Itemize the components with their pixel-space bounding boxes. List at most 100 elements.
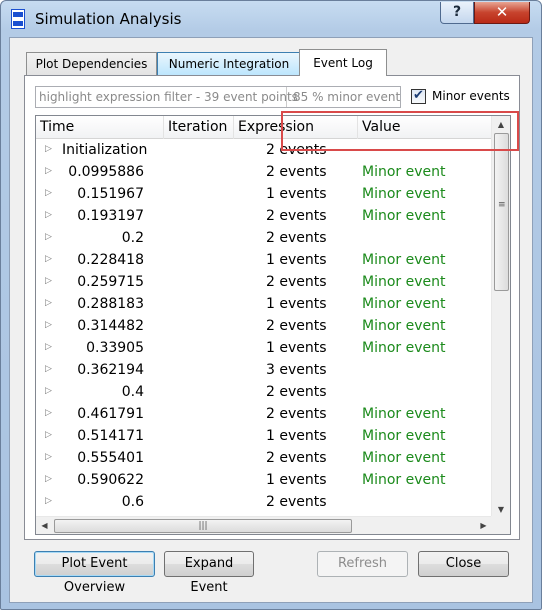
value-cell: Minor event (362, 296, 446, 312)
table-row[interactable]: ▷ 0.590622 1 events Minor event (36, 470, 492, 492)
time-cell: 0.151967 (77, 186, 144, 202)
table-row[interactable]: ▷ 0.4 2 events (36, 382, 492, 404)
refresh-button: Refresh (317, 551, 408, 577)
time-cell: 0.259715 (77, 274, 144, 290)
expression-cell: 1 events (266, 428, 327, 444)
value-cell: Minor event (362, 428, 446, 444)
expression-cell: 1 events (266, 186, 327, 202)
table-row[interactable]: ▷ 0.228418 1 events Minor event (36, 250, 492, 272)
table-row[interactable]: ▷ 0.555401 2 events Minor event (36, 448, 492, 470)
time-cell: 0.461791 (77, 406, 144, 422)
time-cell: 0.555401 (77, 450, 144, 466)
time-cell: 0.228418 (77, 252, 144, 268)
table-rows: ▷ Initialization 2 events ▷ 0.0995886 2 event… (36, 140, 492, 512)
vertical-scrollbar[interactable]: ▲ ≡ ▼ (491, 116, 510, 518)
close-button[interactable]: Close (418, 551, 509, 577)
expression-cell: 1 events (266, 296, 327, 312)
column-header-value[interactable]: Value (358, 116, 492, 139)
window-title: Simulation Analysis (35, 10, 182, 28)
expression-cell: 2 events (266, 450, 327, 466)
time-cell: 0.6 (121, 494, 144, 510)
value-cell: Minor event (362, 274, 446, 290)
expression-cell: 2 events (266, 230, 327, 246)
window-close-button[interactable]: ✕ (474, 2, 530, 24)
horizontal-scroll-thumb[interactable]: ||| (54, 519, 352, 533)
expression-cell: 2 events (266, 208, 327, 224)
value-cell: Minor event (362, 406, 446, 422)
expression-cell: 2 events (266, 142, 327, 158)
minor-events-percent: 85 % minor events (286, 87, 400, 107)
table-header: Time Iteration Expression Value (36, 116, 492, 139)
table-row[interactable]: ▷ 0.193197 2 events Minor event (36, 206, 492, 228)
value-cell: Minor event (362, 472, 446, 488)
horizontal-scrollbar[interactable]: ◀ ||| ▶ (36, 516, 492, 534)
expression-cell: 1 events (266, 340, 327, 356)
value-cell: Minor event (362, 164, 446, 180)
table-row[interactable]: ▷ 0.0995886 2 events Minor event (36, 162, 492, 184)
tab-event-log[interactable]: Event Log (299, 49, 387, 76)
time-cell: Initialization (62, 142, 148, 158)
expression-cell: 1 events (266, 252, 327, 268)
value-cell: Minor event (362, 340, 446, 356)
table-row[interactable]: ▷ 0.2 2 events (36, 228, 492, 250)
plot-event-overview-button[interactable]: Plot Event Overview (34, 551, 155, 595)
expand-arrow-icon[interactable]: ▷ (45, 144, 52, 154)
dialog-client-area: Plot Dependencies Numeric Integration Ev… (9, 37, 533, 603)
table-row[interactable]: ▷ 0.6 2 events (36, 492, 492, 512)
column-header-expression[interactable]: Expression (234, 116, 358, 139)
time-cell: 0.4 (121, 384, 144, 400)
time-cell: 0.314482 (77, 318, 144, 334)
table-row[interactable]: ▷ Initialization 2 events (36, 140, 492, 162)
expression-cell: 2 events (266, 164, 327, 180)
table-row[interactable]: ▷ 0.259715 2 events Minor event (36, 272, 492, 294)
minor-events-label[interactable]: Minor events (432, 89, 510, 103)
table-row[interactable]: ▷ 0.288183 1 events Minor event (36, 294, 492, 316)
help-button[interactable]: ? (440, 2, 474, 24)
title-bar[interactable]: Simulation Analysis ? ✕ (1, 1, 541, 37)
table-row[interactable]: ▷ 0.314482 2 events Minor event (36, 316, 492, 338)
expression-cell: 1 events (266, 472, 327, 488)
event-tree-view[interactable]: Time Iteration Expression Value ▷ Initial… (35, 115, 511, 535)
time-cell: 0.0995886 (68, 164, 144, 180)
time-cell: 0.590622 (77, 472, 144, 488)
time-cell: 0.362194 (77, 362, 144, 378)
expression-cell: 2 events (266, 494, 327, 510)
dialog-window: Simulation Analysis ? ✕ Plot Dependencie… (0, 0, 542, 610)
tab-plot-dependencies[interactable]: Plot Dependencies (26, 52, 157, 75)
checkmark-icon: ✔ (413, 88, 424, 103)
event-log-panel: highlight expression filter - 39 event p… (24, 75, 520, 540)
time-cell: 0.33905 (86, 340, 144, 356)
table-row[interactable]: ▷ 0.362194 3 events (36, 360, 492, 382)
scroll-left-icon[interactable]: ◀ (36, 517, 53, 534)
time-cell: 0.288183 (77, 296, 144, 312)
tab-numeric-integration[interactable]: Numeric Integration (157, 52, 301, 75)
expression-cell: 2 events (266, 406, 327, 422)
expression-cell: 2 events (266, 384, 327, 400)
column-header-time[interactable]: Time (36, 116, 164, 139)
table-row[interactable]: ▷ 0.514171 1 events Minor event (36, 426, 492, 448)
expression-cell: 2 events (266, 318, 327, 334)
time-cell: 0.193197 (77, 208, 144, 224)
column-header-iteration[interactable]: Iteration (164, 116, 234, 139)
app-icon (11, 9, 25, 29)
vertical-scroll-thumb[interactable]: ≡ (494, 133, 509, 291)
table-row[interactable]: ▷ 0.33905 1 events Minor event (36, 338, 492, 360)
value-cell: Minor event (362, 450, 446, 466)
minor-events-checkbox[interactable]: ✔ (411, 89, 426, 104)
filter-placeholder: highlight expression filter - 39 event p… (39, 90, 298, 104)
expression-filter-input[interactable]: highlight expression filter - 39 event p… (35, 86, 401, 108)
expression-cell: 2 events (266, 274, 327, 290)
table-row[interactable]: ▷ 0.461791 2 events Minor event (36, 404, 492, 426)
table-row[interactable]: ▷ 0.151967 1 events Minor event (36, 184, 492, 206)
expression-cell: 3 events (266, 362, 327, 378)
value-cell: Minor event (362, 186, 446, 202)
value-cell: Minor event (362, 208, 446, 224)
scroll-right-icon[interactable]: ▶ (475, 517, 492, 534)
scroll-up-icon[interactable]: ▲ (492, 116, 510, 133)
time-cell: 0.2 (121, 230, 144, 246)
time-cell: 0.514171 (77, 428, 144, 444)
scroll-corner (491, 516, 510, 534)
value-cell: Minor event (362, 318, 446, 334)
value-cell: Minor event (362, 252, 446, 268)
expand-event-button[interactable]: Expand Event (164, 551, 254, 595)
